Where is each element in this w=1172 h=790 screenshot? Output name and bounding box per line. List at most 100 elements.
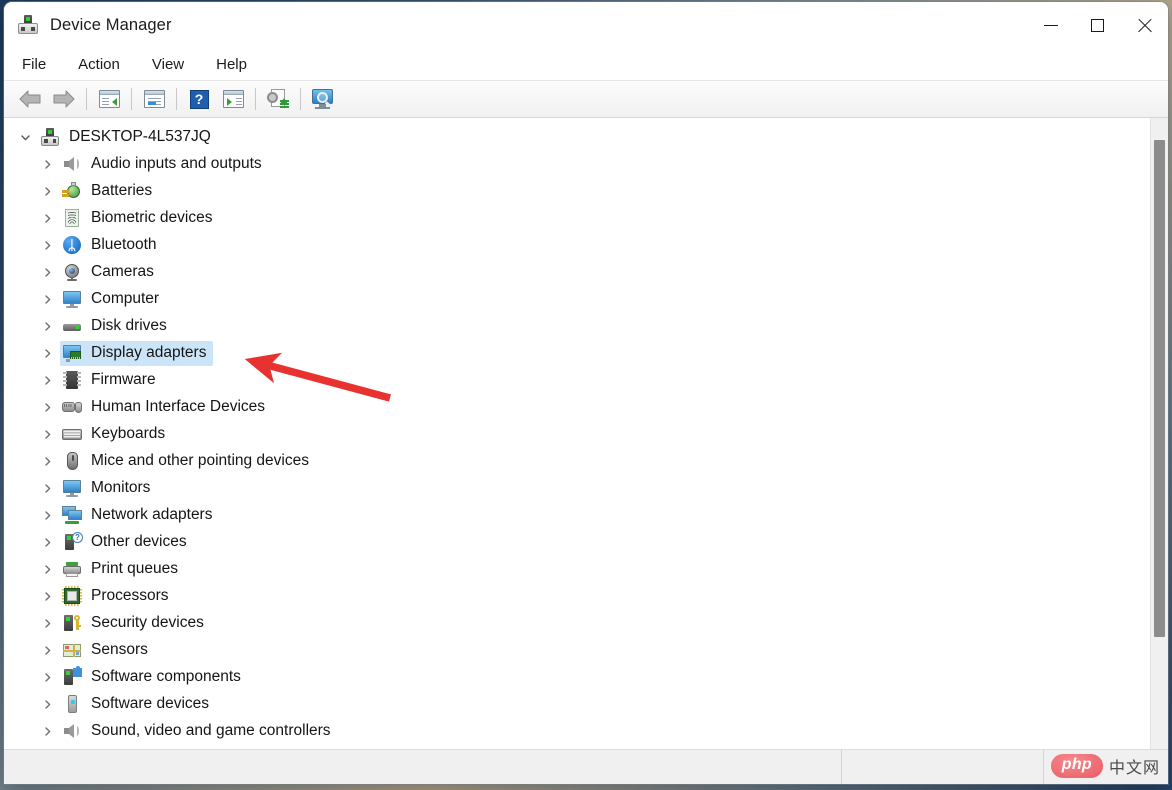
content-area: DESKTOP-4L537JQ Audio inputs and outputs… bbox=[4, 118, 1168, 749]
gamepad-icon bbox=[62, 397, 82, 417]
tree-row-cameras[interactable]: Cameras bbox=[4, 259, 1150, 286]
back-button[interactable] bbox=[13, 84, 47, 114]
tree-node-label: Firmware bbox=[91, 371, 156, 389]
tree-row-display-adapters[interactable]: Display adapters bbox=[4, 340, 1150, 367]
monitor-icon bbox=[62, 478, 82, 498]
caption-buttons bbox=[1027, 2, 1168, 48]
tree-row-disk-drives[interactable]: Disk drives bbox=[4, 313, 1150, 340]
chevron-right-icon[interactable] bbox=[34, 537, 60, 548]
title-bar: Device Manager bbox=[4, 2, 1168, 48]
device-tree[interactable]: DESKTOP-4L537JQ Audio inputs and outputs… bbox=[4, 118, 1150, 749]
tree-row-security-devices[interactable]: Security devices bbox=[4, 610, 1150, 637]
properties-icon bbox=[143, 90, 165, 108]
toolbar: ? bbox=[4, 81, 1168, 118]
chevron-right-icon[interactable] bbox=[34, 186, 60, 197]
forward-arrow-icon bbox=[53, 90, 75, 108]
menu-view[interactable]: View bbox=[152, 53, 198, 76]
computer-plug-icon bbox=[40, 127, 60, 147]
window-title: Device Manager bbox=[50, 15, 172, 34]
tree-row-root[interactable]: DESKTOP-4L537JQ bbox=[4, 124, 1150, 151]
chevron-right-icon[interactable] bbox=[34, 240, 60, 251]
chevron-right-icon[interactable] bbox=[34, 348, 60, 359]
maximize-button[interactable] bbox=[1074, 2, 1121, 48]
software-component-icon bbox=[62, 665, 82, 687]
menu-action[interactable]: Action bbox=[78, 53, 134, 76]
tree-node-label: Display adapters bbox=[91, 344, 207, 362]
tree-node-label: Audio inputs and outputs bbox=[91, 155, 262, 173]
tree-row-monitors[interactable]: Monitors bbox=[4, 475, 1150, 502]
tree-row-biometric-devices[interactable]: Biometric devices bbox=[4, 205, 1150, 232]
tree-row-bluetooth[interactable]: ᛦ Bluetooth bbox=[4, 232, 1150, 259]
tree-row-other-devices[interactable]: ? Other devices bbox=[4, 529, 1150, 556]
tree-row-print-queues[interactable]: Print queues bbox=[4, 556, 1150, 583]
bluetooth-icon: ᛦ bbox=[62, 235, 82, 255]
close-button[interactable] bbox=[1121, 2, 1168, 48]
help-button[interactable]: ? bbox=[182, 84, 216, 114]
tree-row-firmware[interactable]: Firmware bbox=[4, 367, 1150, 394]
chevron-right-icon[interactable] bbox=[34, 429, 60, 440]
tree-node-label: Sound, video and game controllers bbox=[91, 722, 331, 740]
chevron-right-icon[interactable] bbox=[34, 294, 60, 305]
tree-row-keyboards[interactable]: Keyboards bbox=[4, 421, 1150, 448]
network-adapter-icon bbox=[62, 505, 82, 525]
scan-hardware-icon bbox=[311, 89, 335, 109]
properties-button[interactable] bbox=[137, 84, 171, 114]
tree-row-software-devices[interactable]: Software devices bbox=[4, 691, 1150, 718]
tree-row-sound-video-and-game-controllers[interactable]: Sound, video and game controllers bbox=[4, 718, 1150, 745]
vertical-scrollbar[interactable] bbox=[1150, 118, 1168, 749]
chevron-right-icon[interactable] bbox=[34, 591, 60, 602]
tree-node-label: Print queues bbox=[91, 560, 179, 578]
minimize-button[interactable] bbox=[1027, 2, 1074, 48]
tree-row-audio-inputs-and-outputs[interactable]: Audio inputs and outputs bbox=[4, 151, 1150, 178]
show-hide-action-pane-button[interactable] bbox=[216, 84, 250, 114]
monitor-icon bbox=[62, 289, 82, 309]
chevron-right-icon[interactable] bbox=[34, 645, 60, 656]
tree-node-label: Human Interface Devices bbox=[91, 398, 266, 416]
toolbar-separator bbox=[131, 88, 132, 110]
tree-node-label: Batteries bbox=[91, 182, 153, 200]
cpu-icon bbox=[62, 586, 82, 606]
unknown-device-icon: ? bbox=[62, 532, 83, 552]
show-hide-console-tree-button[interactable] bbox=[92, 84, 126, 114]
tree-row-sensors[interactable]: Sensors bbox=[4, 637, 1150, 664]
forward-button[interactable] bbox=[47, 84, 81, 114]
chevron-right-icon[interactable] bbox=[34, 564, 60, 575]
chevron-right-icon[interactable] bbox=[34, 213, 60, 224]
chevron-right-icon[interactable] bbox=[34, 402, 60, 413]
chevron-right-icon[interactable] bbox=[34, 618, 60, 629]
tree-row-computer[interactable]: Computer bbox=[4, 286, 1150, 313]
tree-row-processors[interactable]: Processors bbox=[4, 583, 1150, 610]
tree-node-label: Biometric devices bbox=[91, 209, 213, 227]
device-manager-window: Device Manager File Action View Help ? D… bbox=[4, 2, 1168, 784]
menu-help[interactable]: Help bbox=[216, 53, 261, 76]
security-key-icon bbox=[62, 613, 82, 633]
scrollbar-thumb[interactable] bbox=[1154, 140, 1165, 637]
chevron-right-icon[interactable] bbox=[34, 483, 60, 494]
chevron-right-icon[interactable] bbox=[34, 699, 60, 710]
menu-file[interactable]: File bbox=[22, 53, 60, 76]
tree-node-label: Cameras bbox=[91, 263, 154, 281]
tree-row-human-interface-devices[interactable]: Human Interface Devices bbox=[4, 394, 1150, 421]
tree-row-mice-and-other-pointing-devices[interactable]: Mice and other pointing devices bbox=[4, 448, 1150, 475]
fingerprint-icon bbox=[62, 208, 82, 228]
chevron-right-icon[interactable] bbox=[34, 159, 60, 170]
update-driver-icon bbox=[267, 89, 289, 109]
tree-row-software-components[interactable]: Software components bbox=[4, 664, 1150, 691]
chevron-right-icon[interactable] bbox=[34, 456, 60, 467]
chevron-right-icon[interactable] bbox=[34, 375, 60, 386]
chevron-right-icon[interactable] bbox=[34, 321, 60, 332]
tree-node-label: Network adapters bbox=[91, 506, 213, 524]
scan-for-hardware-changes-button[interactable] bbox=[306, 84, 340, 114]
tree-row-network-adapters[interactable]: Network adapters bbox=[4, 502, 1150, 529]
chevron-right-icon[interactable] bbox=[34, 267, 60, 278]
chevron-down-icon[interactable] bbox=[12, 132, 38, 143]
help-question-icon: ? bbox=[189, 89, 209, 109]
chevron-right-icon[interactable] bbox=[34, 726, 60, 737]
tree-node-label: Sensors bbox=[91, 641, 148, 659]
update-driver-button[interactable] bbox=[261, 84, 295, 114]
device-plug-icon bbox=[17, 14, 39, 36]
tree-row-batteries[interactable]: Batteries bbox=[4, 178, 1150, 205]
chevron-right-icon[interactable] bbox=[34, 510, 60, 521]
chevron-right-icon[interactable] bbox=[34, 672, 60, 683]
firmware-chip-icon bbox=[62, 370, 82, 390]
